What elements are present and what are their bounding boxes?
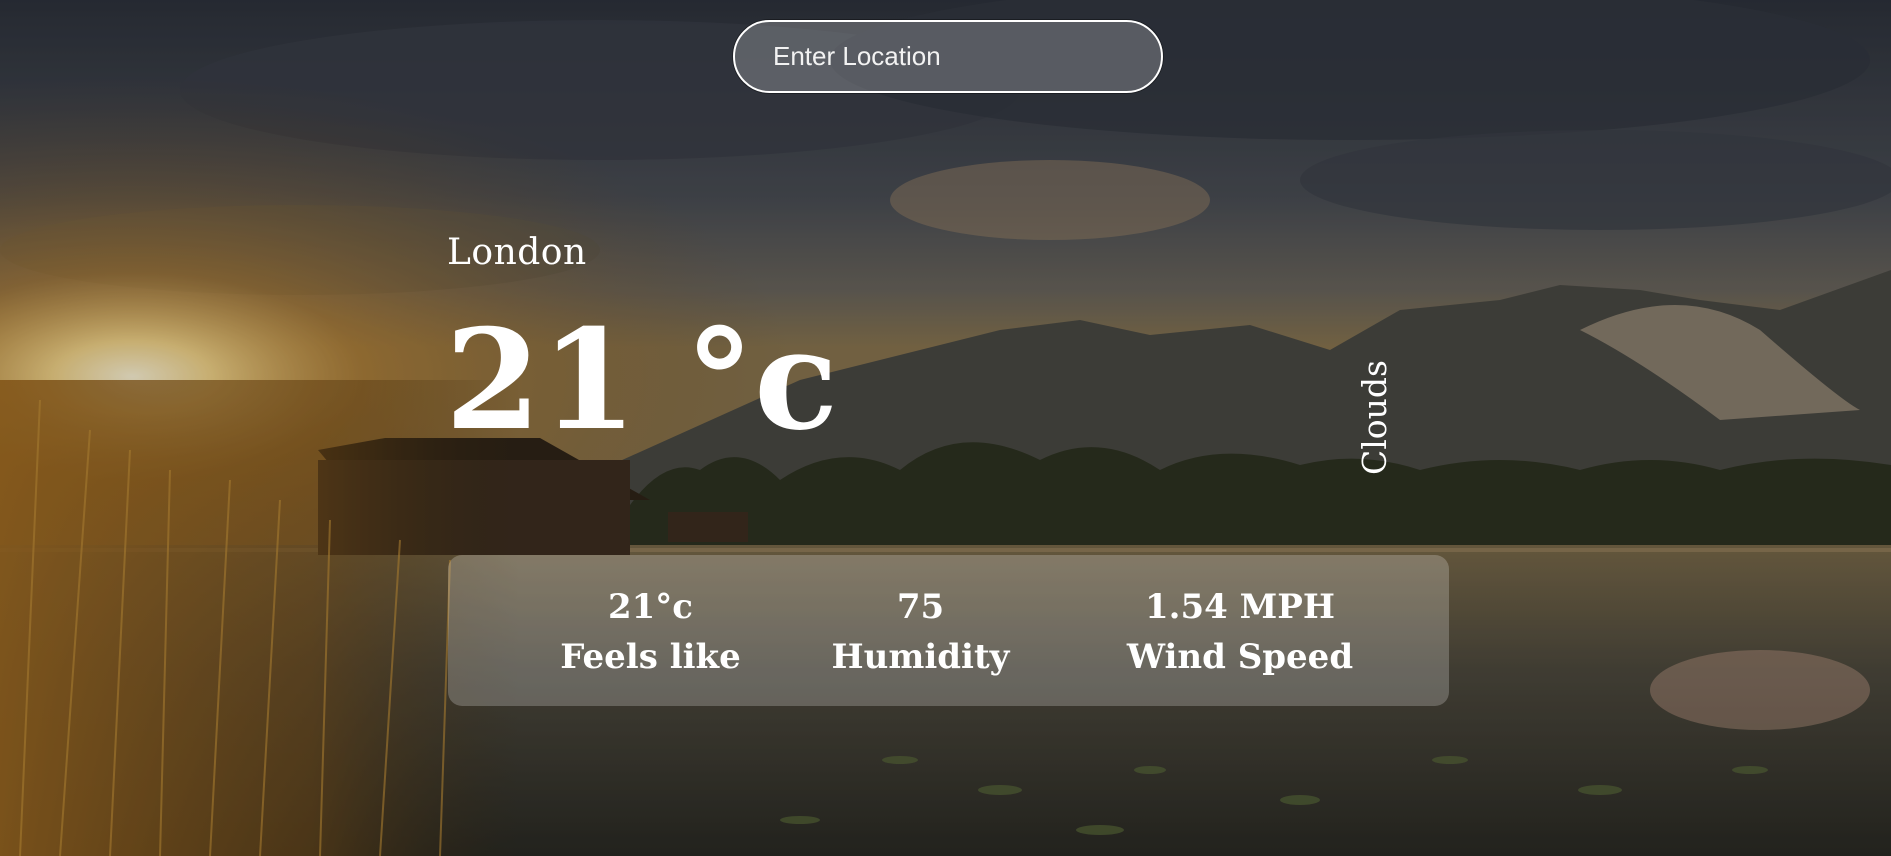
humidity-value: 75 <box>896 587 945 627</box>
background-overlay <box>0 0 1891 856</box>
wind-speed-value: 1.54 MPH <box>1145 587 1335 627</box>
weather-description: Clouds <box>1355 360 1394 475</box>
search-bar <box>733 20 1163 93</box>
city-name: London <box>447 232 587 273</box>
weather-stats-card: 21°c Feels like 75 Humidity 1.54 MPH Win… <box>448 555 1449 706</box>
location-search-input[interactable] <box>733 20 1163 93</box>
humidity-stat: 75 Humidity <box>818 583 1023 683</box>
feels-like-value: 21°c <box>607 587 694 627</box>
wind-speed-label: Wind Speed <box>1126 637 1354 677</box>
humidity-label: Humidity <box>831 637 1010 677</box>
feels-like-label: Feels like <box>560 637 741 677</box>
wind-speed-stat: 1.54 MPH Wind Speed <box>1080 583 1400 683</box>
feels-like-stat: 21°c Feels like <box>548 583 753 683</box>
temperature-value: 21 °c <box>445 298 839 461</box>
